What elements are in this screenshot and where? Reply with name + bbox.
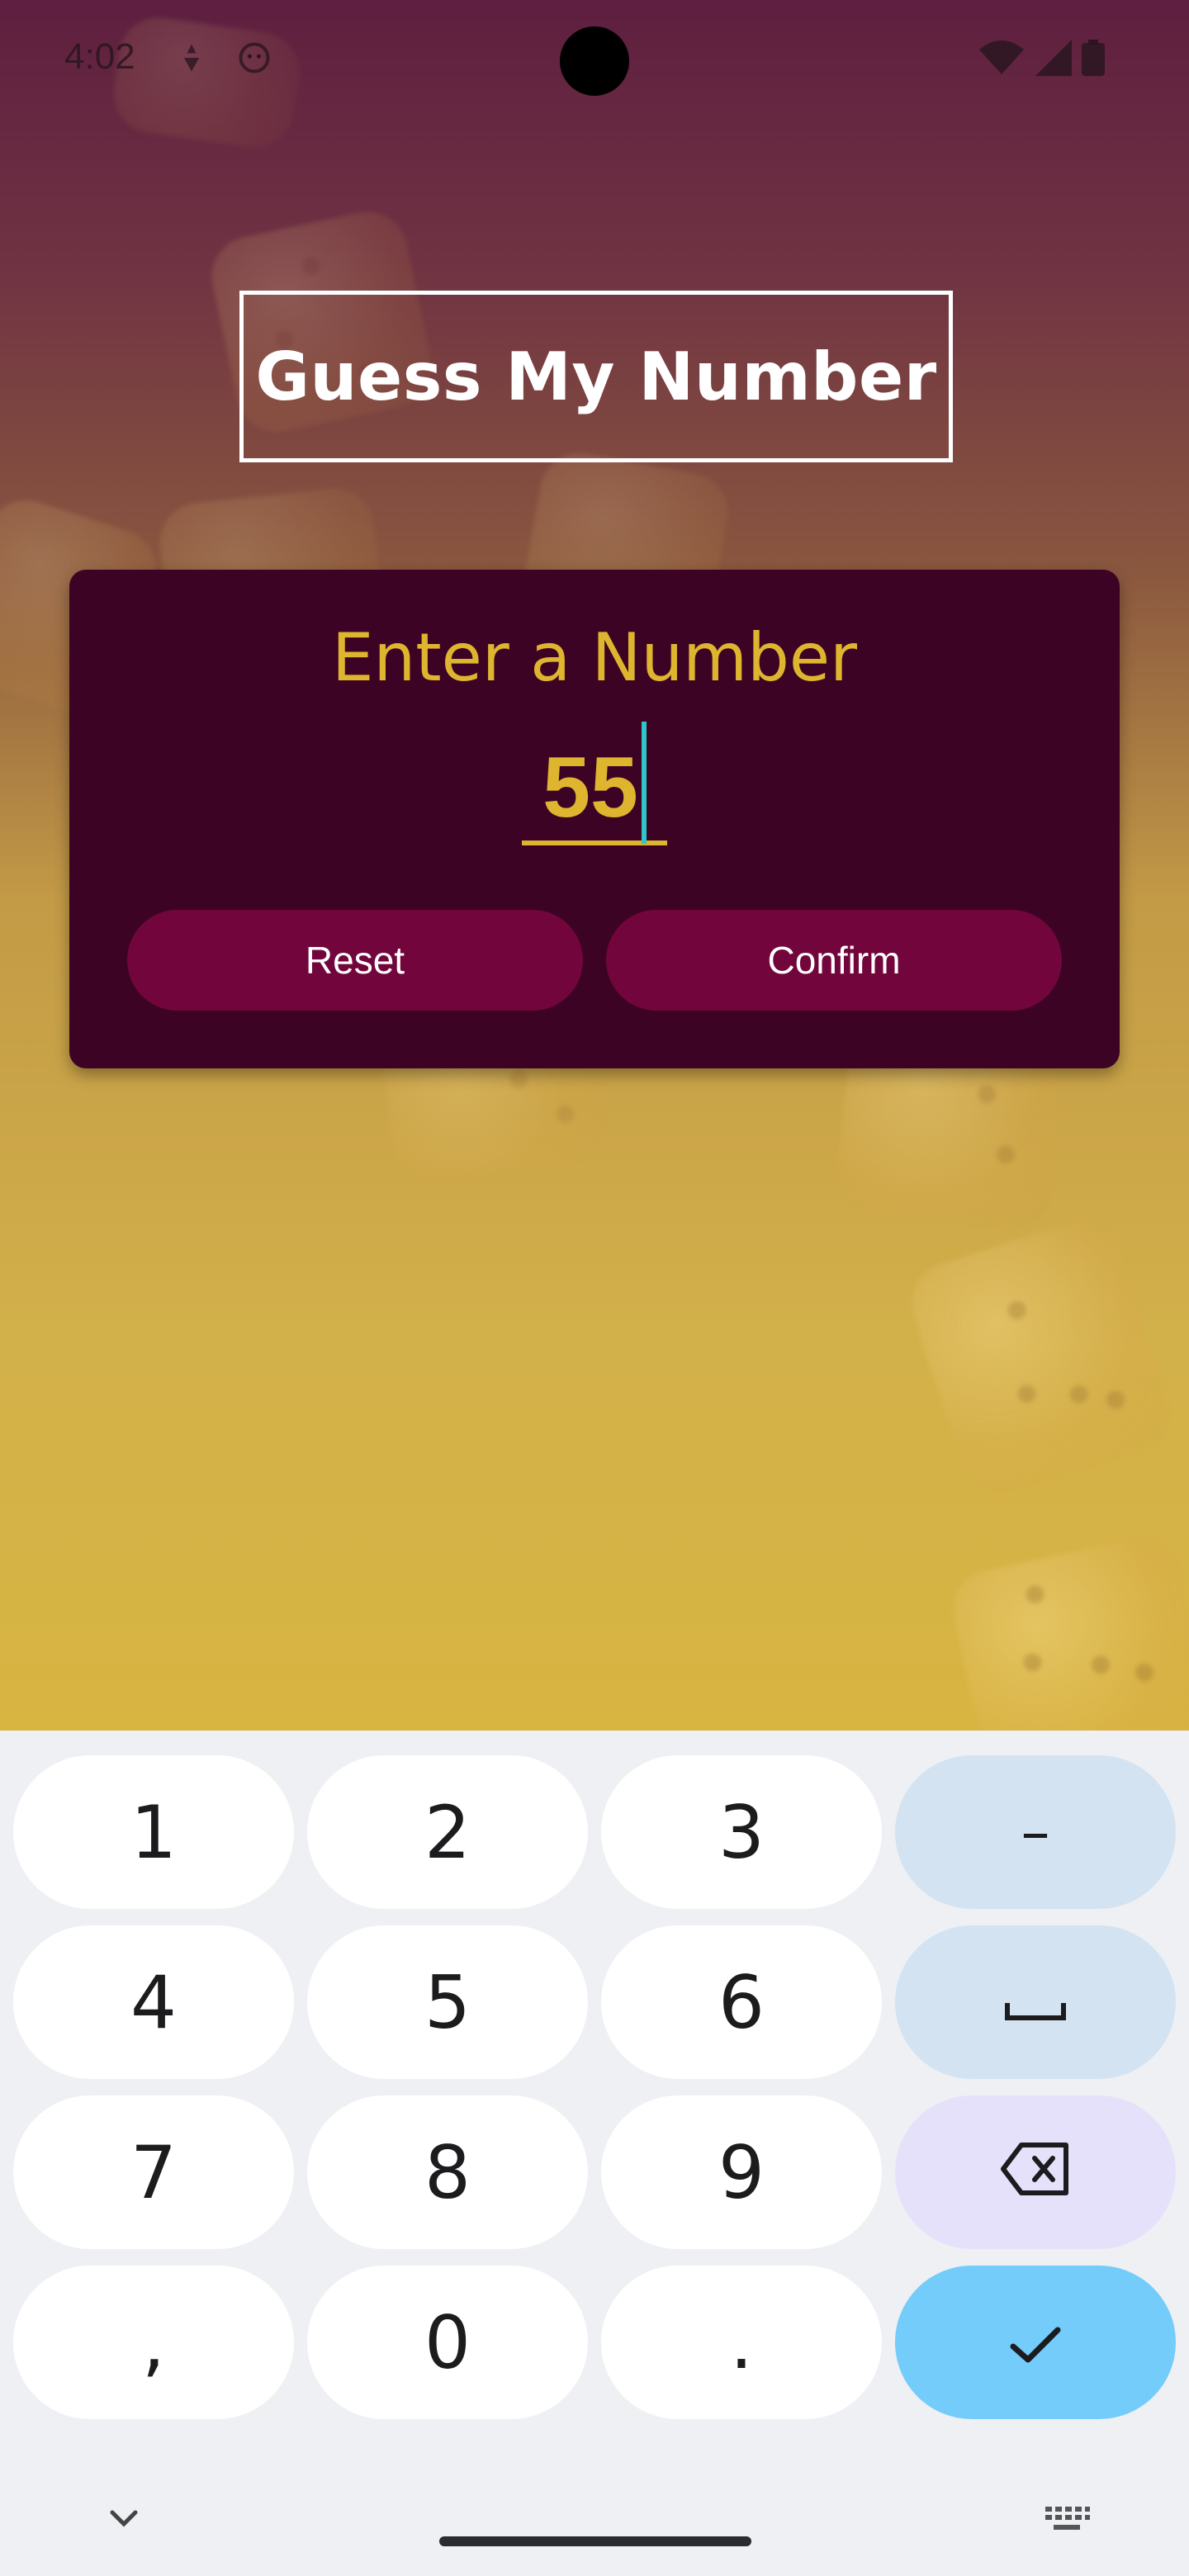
number-input-value: 55 [542, 739, 638, 836]
background-dice [946, 1530, 1189, 1731]
key-7[interactable]: 7 [13, 2095, 294, 2249]
key-3[interactable]: 3 [601, 1755, 882, 1909]
input-instruction: Enter a Number [332, 619, 857, 696]
key-backspace[interactable] [895, 2095, 1176, 2249]
key-comma[interactable]: , [13, 2266, 294, 2419]
key-minus[interactable]: – [895, 1755, 1176, 1909]
number-input-card: Enter a Number 55 Reset Confirm [69, 570, 1120, 1068]
key-period[interactable]: . [601, 2266, 882, 2419]
space-icon [1002, 1960, 1068, 2045]
background-dice [901, 1210, 1180, 1506]
signal-icon [1035, 40, 1072, 76]
text-caret [641, 722, 647, 844]
number-input[interactable]: 55 [522, 722, 667, 845]
key-0[interactable]: 0 [307, 2266, 588, 2419]
confirm-button[interactable]: Confirm [606, 910, 1062, 1011]
home-indicator[interactable] [439, 2536, 751, 2546]
key-6[interactable]: 6 [601, 1925, 882, 2079]
check-icon [1007, 2300, 1064, 2385]
minus-icon: – [1021, 1798, 1050, 1866]
reset-button[interactable]: Reset [127, 910, 583, 1011]
key-1[interactable]: 1 [13, 1755, 294, 1909]
key-5[interactable]: 5 [307, 1925, 588, 2079]
app-screen: 4:02 Guess My Number Enter a Number 55 R… [0, 0, 1189, 1731]
key-2[interactable]: 2 [307, 1755, 588, 1909]
key-9[interactable]: 9 [601, 2095, 882, 2249]
face-icon [236, 40, 272, 76]
status-time: 4:02 [64, 36, 135, 77]
camera-cutout [560, 26, 629, 96]
key-4[interactable]: 4 [13, 1925, 294, 2079]
key-enter[interactable] [895, 2266, 1176, 2419]
wifi-icon [979, 40, 1024, 76]
page-title: Guess My Number [255, 338, 937, 415]
keyboard-icon[interactable] [1042, 2493, 1092, 2543]
title-box: Guess My Number [239, 291, 953, 462]
chevron-down-icon[interactable] [99, 2493, 149, 2543]
navigation-icon [173, 40, 210, 76]
numeric-keyboard: 1 2 3 – 4 5 6 7 8 9 , 0 . [0, 1731, 1189, 2576]
battery-icon [1082, 40, 1105, 76]
key-space[interactable] [895, 1925, 1176, 2079]
status-bar: 4:02 [0, 0, 1189, 124]
key-8[interactable]: 8 [307, 2095, 588, 2249]
backspace-icon [998, 2130, 1073, 2215]
